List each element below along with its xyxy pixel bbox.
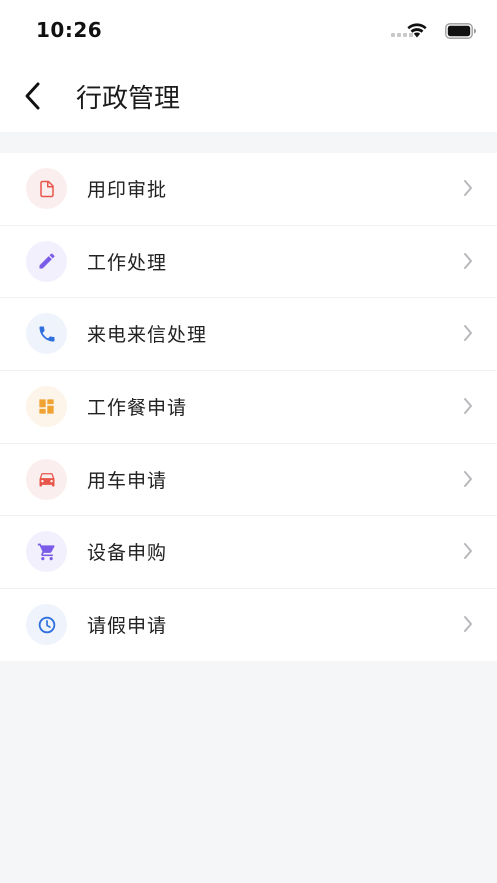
document-icon — [39, 180, 54, 197]
menu-item-leave-request[interactable]: 请假申请 — [0, 589, 497, 661]
menu-item-label: 来电来信处理 — [87, 324, 208, 347]
icon-badge — [26, 240, 67, 282]
chevron-right-icon — [464, 180, 472, 196]
chevron-right-icon — [464, 325, 472, 342]
menu-item-label: 工作餐申请 — [87, 397, 188, 420]
menu-item-calls-letters[interactable]: 来电来信处理 — [0, 298, 497, 372]
dashboard-icon — [39, 399, 54, 414]
icon-badge — [26, 531, 67, 573]
nav-bar: 行政管理 — [0, 60, 497, 132]
icon-badge — [26, 313, 67, 355]
menu-item-label: 请假申请 — [87, 615, 168, 638]
menu-item-vehicle-request[interactable]: 用车申请 — [0, 444, 497, 517]
chevron-right-icon — [464, 252, 472, 269]
icon-badge — [26, 386, 67, 428]
status-time: 10:26 — [36, 18, 103, 42]
menu-list: 用印审批 工作处理 来电来信处理 工作餐申请 用车申请 设备申购 请假申请 — [0, 153, 497, 661]
battery-icon — [445, 23, 476, 39]
cart-icon — [37, 543, 55, 561]
pencil-icon — [39, 253, 55, 269]
car-icon — [39, 473, 54, 487]
menu-item-label: 用车申请 — [87, 469, 168, 492]
chevron-left-icon — [25, 82, 40, 110]
page-title: 行政管理 — [76, 84, 181, 114]
menu-item-work-handling[interactable]: 工作处理 — [0, 226, 497, 299]
chevron-right-icon — [464, 470, 472, 487]
status-bar: 10:26 — [0, 0, 497, 60]
icon-badge — [26, 458, 67, 500]
menu-item-equipment-purchase[interactable]: 设备申购 — [0, 516, 497, 590]
phone-icon — [39, 326, 54, 342]
icon-badge — [26, 604, 67, 646]
menu-item-label: 设备申购 — [87, 542, 168, 565]
menu-item-meal-request[interactable]: 工作餐申请 — [0, 371, 497, 444]
chevron-right-icon — [464, 616, 472, 633]
icon-badge — [26, 168, 67, 209]
chevron-right-icon — [464, 543, 472, 560]
chevron-right-icon — [464, 398, 472, 415]
back-button[interactable] — [12, 72, 52, 120]
menu-item-seal-approval[interactable]: 用印审批 — [0, 153, 497, 226]
menu-item-label: 工作处理 — [87, 251, 168, 274]
clock-icon — [38, 616, 55, 633]
menu-item-label: 用印审批 — [87, 179, 168, 201]
wifi-icon — [407, 23, 427, 38]
